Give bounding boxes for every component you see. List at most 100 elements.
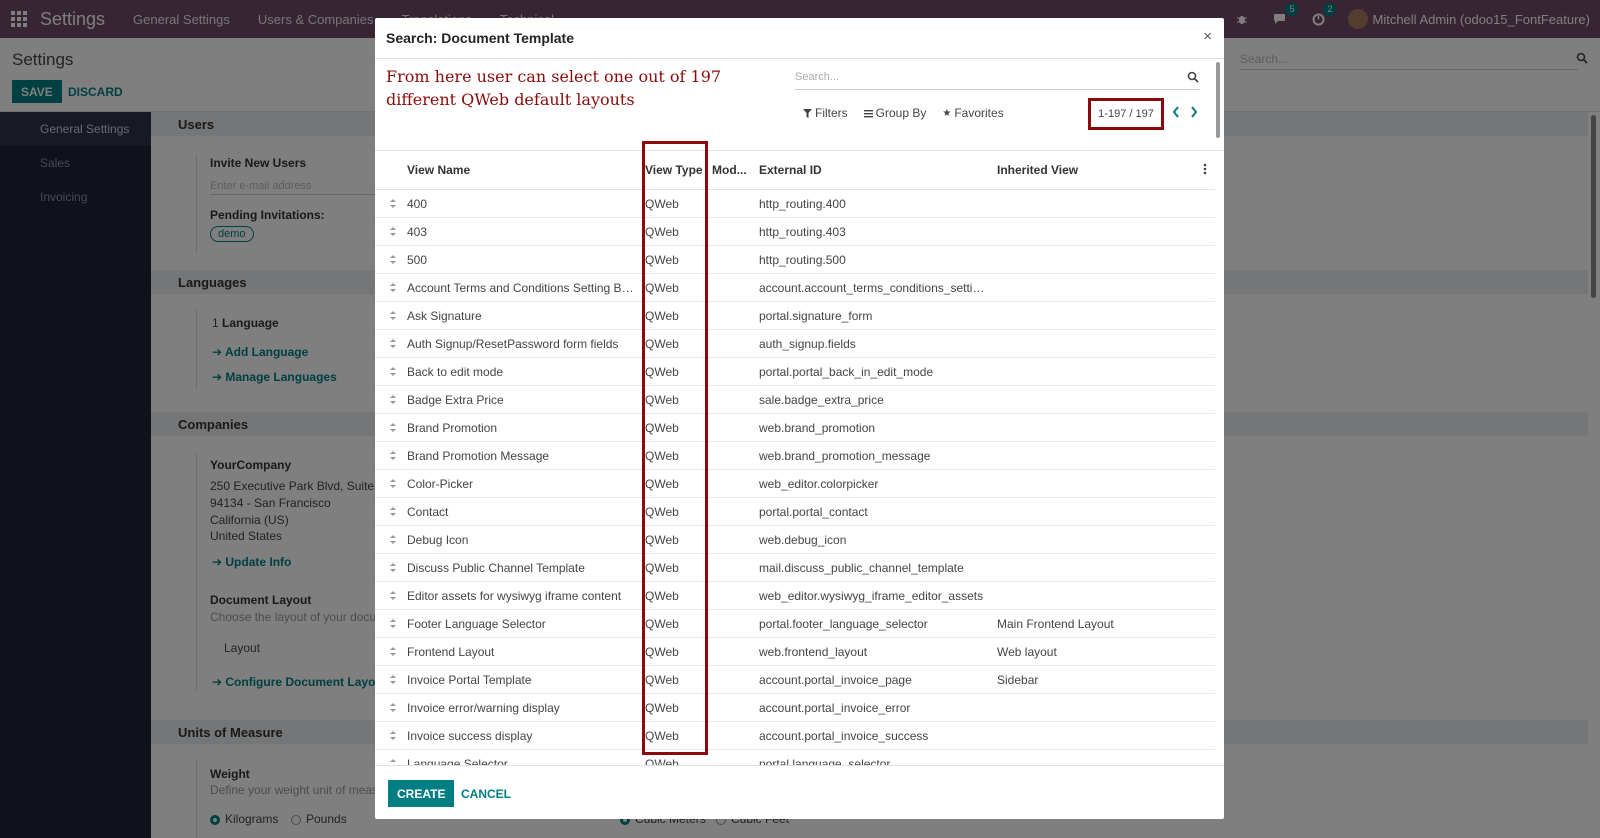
cell-external-id: web.debug_icon xyxy=(759,532,847,547)
cell-view-name: Brand Promotion xyxy=(407,420,498,435)
table-row[interactable]: 500 QWeb http_routing.500 xyxy=(375,246,1215,274)
column-external-id[interactable]: External ID xyxy=(759,163,987,177)
table-row[interactable]: 400 QWeb http_routing.400 xyxy=(375,190,1215,218)
cell-external-id: portal.signature_form xyxy=(759,308,873,323)
table-row[interactable]: Brand Promotion QWeb web.brand_promotion xyxy=(375,414,1215,442)
chevron-right-icon[interactable] xyxy=(1190,106,1198,121)
chevron-left-icon[interactable] xyxy=(1172,106,1180,121)
cell-external-id: mail.discuss_public_channel_template xyxy=(759,560,964,575)
cell-view-name: Invoice Portal Template xyxy=(407,672,532,687)
table-row[interactable]: Ask Signature QWeb portal.signature_form xyxy=(375,302,1215,330)
drag-handle-icon[interactable] xyxy=(389,674,397,688)
dialog-scrollbar[interactable] xyxy=(1216,62,1220,138)
table-row[interactable]: 403 QWeb http_routing.403 xyxy=(375,218,1215,246)
drag-handle-icon[interactable] xyxy=(389,254,397,268)
cell-external-id: http_routing.500 xyxy=(759,252,846,267)
cell-external-id: http_routing.400 xyxy=(759,196,846,211)
drag-handle-icon[interactable] xyxy=(389,226,397,240)
cancel-button[interactable]: CANCEL xyxy=(461,787,511,801)
table-row[interactable]: Badge Extra Price QWeb sale.badge_extra_pr… xyxy=(375,386,1215,414)
cell-view-type: QWeb xyxy=(645,756,679,766)
cell-external-id: web_editor.wysiwyg_iframe_editor_assets xyxy=(759,588,984,603)
drag-handle-icon[interactable] xyxy=(389,198,397,212)
column-inherited-view[interactable]: Inherited View xyxy=(997,163,1197,177)
view-type-highlight-box xyxy=(642,141,708,755)
table-row[interactable]: Frontend Layout QWeb web.frontend_layout We… xyxy=(375,638,1215,666)
drag-handle-icon[interactable] xyxy=(389,394,397,408)
drag-handle-icon[interactable] xyxy=(389,506,397,520)
cell-external-id: account.portal_invoice_success xyxy=(759,728,929,743)
close-icon[interactable]: × xyxy=(1203,28,1212,45)
drag-handle-icon[interactable] xyxy=(389,534,397,548)
table-row[interactable]: Auth Signup/ResetPassword form fields QWe… xyxy=(375,330,1215,358)
drag-handle-icon[interactable] xyxy=(389,590,397,604)
table-row[interactable]: Back to edit mode QWeb portal.portal_back_… xyxy=(375,358,1215,386)
filters-button[interactable]: Filters xyxy=(803,106,848,120)
cell-view-name: Language Selector xyxy=(407,756,508,766)
drag-handle-icon[interactable] xyxy=(389,758,397,765)
search-document-template-dialog: Search: Document Template × From here us… xyxy=(375,18,1224,819)
document-template-list: View Name View Type Mod... External ID I… xyxy=(375,151,1215,765)
drag-handle-icon[interactable] xyxy=(389,646,397,660)
drag-handle-icon[interactable] xyxy=(389,282,397,296)
drag-handle-icon[interactable] xyxy=(389,702,397,716)
cell-view-name: 500 xyxy=(407,252,428,267)
cell-view-name: 400 xyxy=(407,196,428,211)
table-row[interactable]: Contact QWeb portal.portal_contact xyxy=(375,498,1215,526)
cell-view-name: Brand Promotion Message xyxy=(407,448,550,463)
cell-external-id: portal.portal_contact xyxy=(759,504,868,519)
drag-handle-icon[interactable] xyxy=(389,450,397,464)
cell-view-name: Footer Language Selector xyxy=(407,616,546,631)
cell-view-name: Contact xyxy=(407,504,449,519)
cell-view-name: Ask Signature xyxy=(407,308,482,323)
drag-handle-icon[interactable] xyxy=(389,562,397,576)
drag-handle-icon[interactable] xyxy=(389,478,397,492)
table-header: View Name View Type Mod... External ID I… xyxy=(375,151,1215,190)
cell-view-name: Color-Picker xyxy=(407,476,474,491)
table-row[interactable]: Editor assets for wysiwyg iframe content… xyxy=(375,582,1215,610)
table-row[interactable]: Invoice success display QWeb account.porta… xyxy=(375,722,1215,750)
favorites-button[interactable]: ★ Favorites xyxy=(942,106,1003,120)
drag-handle-icon[interactable] xyxy=(389,310,397,324)
dialog-footer: CREATE CANCEL xyxy=(375,765,1224,819)
group-by-icon xyxy=(863,109,873,117)
cell-external-id: http_routing.403 xyxy=(759,224,846,239)
search-icon[interactable] xyxy=(1187,71,1199,86)
table-row[interactable]: Color-Picker QWeb web_editor.colorpicker xyxy=(375,470,1215,498)
table-row[interactable]: Invoice Portal Template QWeb account.porta… xyxy=(375,666,1215,694)
drag-handle-icon[interactable] xyxy=(389,730,397,744)
column-model[interactable]: Mod... xyxy=(712,163,748,177)
table-row[interactable]: Footer Language Selector QWeb portal.foote… xyxy=(375,610,1215,638)
drag-handle-icon[interactable] xyxy=(389,422,397,436)
cell-external-id: account.account_terms_conditions_setting… xyxy=(759,280,987,295)
dialog-control-panel: From here user can select one out of 197… xyxy=(375,59,1224,151)
cell-view-name: Debug Icon xyxy=(407,532,469,547)
cell-view-name: 403 xyxy=(407,224,428,239)
column-view-name[interactable]: View Name xyxy=(407,163,634,177)
column-options-icon[interactable] xyxy=(1203,163,1207,178)
cell-external-id: web.brand_promotion_message xyxy=(759,448,931,463)
cell-external-id: web.brand_promotion xyxy=(759,420,876,435)
cell-view-name: Frontend Layout xyxy=(407,644,495,659)
table-row[interactable]: Language Selector QWeb portal.language_sel… xyxy=(375,750,1215,765)
annotation-text: From here user can select one out of 197… xyxy=(386,67,722,109)
drag-handle-icon[interactable] xyxy=(389,618,397,632)
drag-handle-icon[interactable] xyxy=(389,338,397,352)
cell-external-id: account.portal_invoice_error xyxy=(759,700,911,715)
table-row[interactable]: Invoice error/warning display QWeb account… xyxy=(375,694,1215,722)
table-body: 400 QWeb http_routing.400 403 QWeb http_routi… xyxy=(375,190,1215,765)
table-row[interactable]: Debug Icon QWeb web.debug_icon xyxy=(375,526,1215,554)
cell-external-id: portal.portal_back_in_edit_mode xyxy=(759,364,934,379)
pager-value[interactable]: 1-197 / 197 xyxy=(1088,98,1164,130)
table-row[interactable]: Account Terms and Conditions Setting Ban… xyxy=(375,274,1215,302)
cell-external-id: sale.badge_extra_price xyxy=(759,392,884,407)
dialog-header: Search: Document Template × xyxy=(375,18,1224,59)
group-by-button[interactable]: Group By xyxy=(863,106,926,120)
table-row[interactable]: Brand Promotion Message QWeb web.brand_pro… xyxy=(375,442,1215,470)
cell-external-id: portal.language_selector xyxy=(759,756,891,766)
cell-external-id: portal.footer_language_selector xyxy=(759,616,928,631)
dialog-search-input[interactable]: Search... xyxy=(795,68,1200,90)
table-row[interactable]: Discuss Public Channel Template QWeb mail.… xyxy=(375,554,1215,582)
create-button[interactable]: CREATE xyxy=(388,780,455,807)
drag-handle-icon[interactable] xyxy=(389,366,397,380)
